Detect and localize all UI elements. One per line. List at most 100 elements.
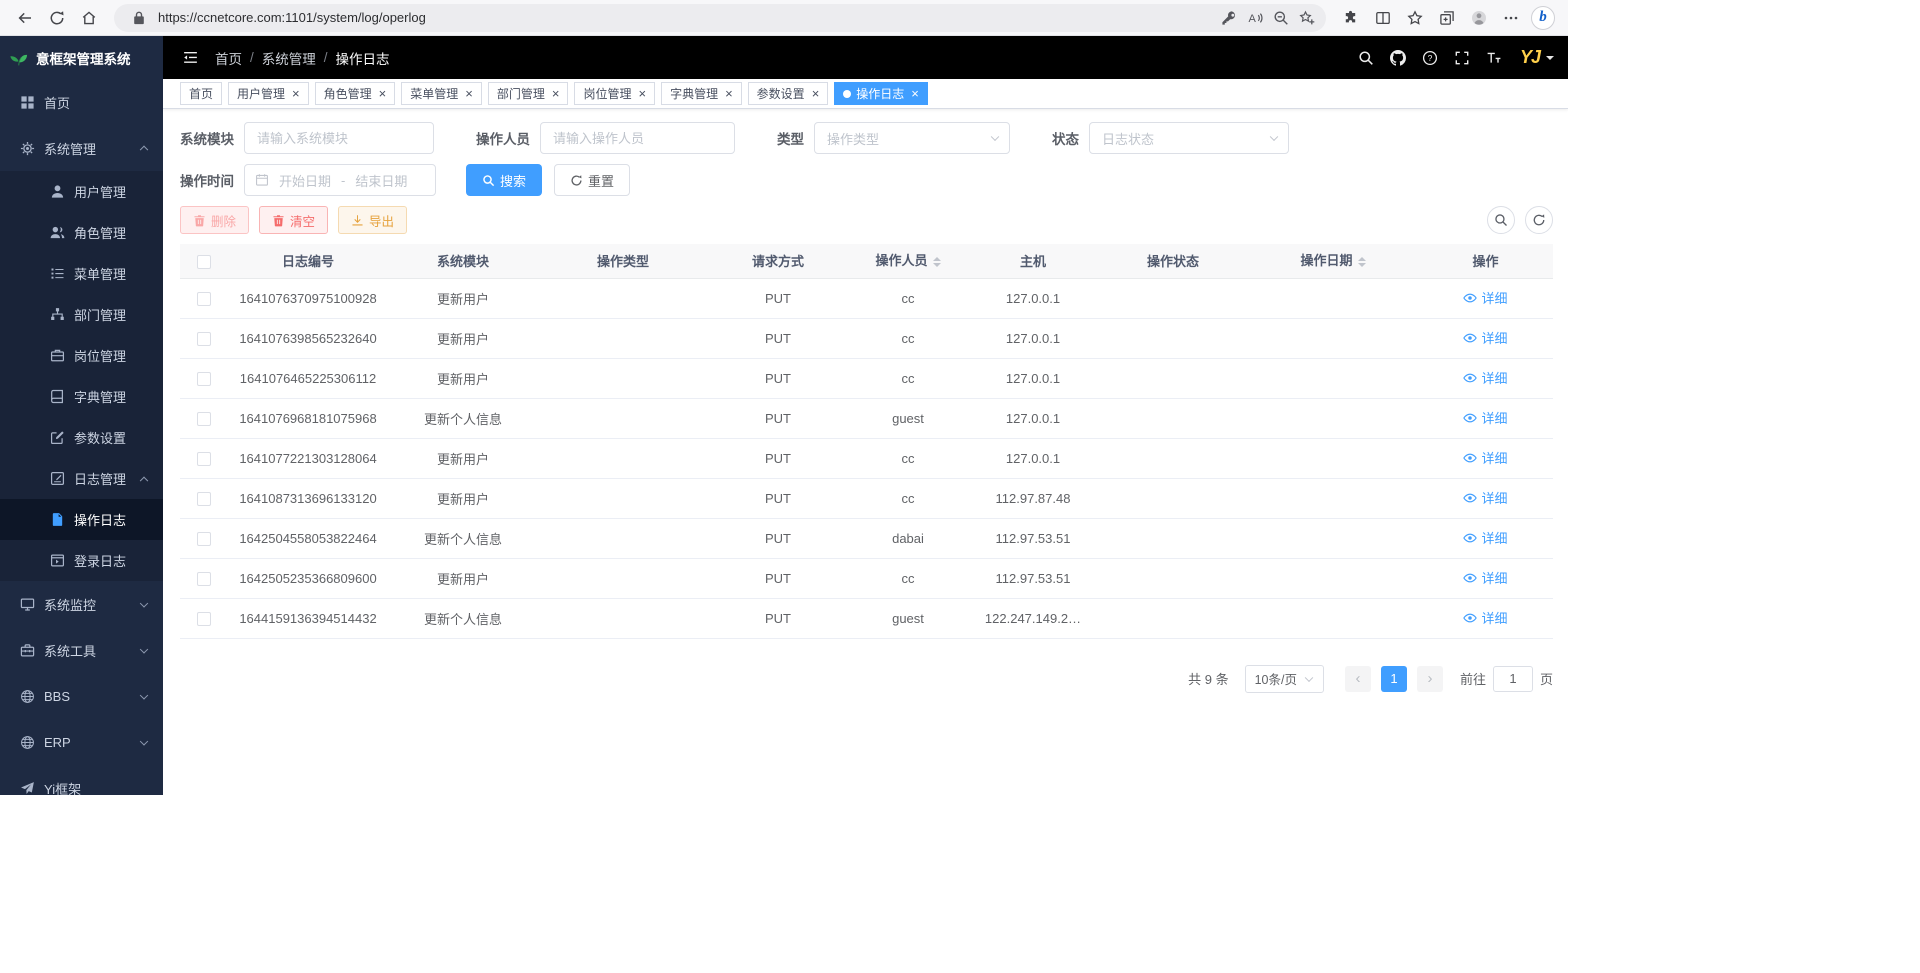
detail-link[interactable]: 详细	[1463, 528, 1507, 547]
detail-link[interactable]: 详细	[1463, 488, 1507, 507]
sidebar-item[interactable]: 用户管理	[0, 171, 163, 212]
url-text[interactable]: https://ccnetcore.com:1101/system/log/op…	[158, 10, 1208, 25]
export-button[interactable]: 导出	[338, 206, 407, 234]
row-checkbox[interactable]	[197, 292, 211, 306]
next-page-button[interactable]: ›	[1417, 666, 1443, 692]
detail-link[interactable]: 详细	[1463, 448, 1507, 467]
sidebar-item[interactable]: Yi框架	[0, 765, 163, 795]
delete-button[interactable]: 删除	[180, 206, 249, 234]
sidebar-item[interactable]: 岗位管理	[0, 335, 163, 376]
sort-icon[interactable]	[1358, 253, 1366, 271]
refresh-table-button[interactable]	[1525, 206, 1553, 234]
tab[interactable]: 岗位管理×	[574, 82, 655, 105]
detail-link[interactable]: 详细	[1463, 408, 1507, 427]
tab-close-icon[interactable]: ×	[812, 87, 820, 100]
sidebar-item[interactable]: 操作日志	[0, 499, 163, 540]
tab-close-icon[interactable]: ×	[725, 87, 733, 100]
fullscreen-icon[interactable]	[1448, 44, 1476, 72]
refresh-button[interactable]	[42, 3, 72, 33]
sort-icon[interactable]	[933, 253, 941, 271]
sidebar-item[interactable]: 日志管理	[0, 458, 163, 499]
header-search-icon[interactable]	[1352, 44, 1380, 72]
tab-close-icon[interactable]: ×	[911, 87, 919, 100]
tab[interactable]: 字典管理×	[661, 82, 742, 105]
hide-search-button[interactable]	[1487, 206, 1515, 234]
row-checkbox[interactable]	[197, 412, 211, 426]
sidebar-item[interactable]: 首页	[0, 79, 163, 125]
home-button[interactable]	[74, 3, 104, 33]
detail-link[interactable]: 详细	[1463, 368, 1507, 387]
select-all-checkbox[interactable]	[197, 255, 211, 269]
breadcrumb-item[interactable]: 首页	[215, 48, 242, 68]
sidebar-item[interactable]: 字典管理	[0, 376, 163, 417]
favorites-icon[interactable]	[1400, 3, 1430, 33]
tab-close-icon[interactable]: ×	[379, 87, 387, 100]
module-input[interactable]	[244, 122, 434, 154]
help-icon[interactable]: ?	[1416, 44, 1444, 72]
tab[interactable]: 参数设置×	[748, 82, 829, 105]
clear-button[interactable]: 清空	[259, 206, 328, 234]
type-select[interactable]: 操作类型	[814, 122, 1010, 154]
github-icon[interactable]	[1384, 44, 1412, 72]
row-checkbox[interactable]	[197, 572, 211, 586]
back-button[interactable]	[10, 3, 40, 33]
tab[interactable]: 角色管理×	[315, 82, 396, 105]
row-checkbox[interactable]	[197, 492, 211, 506]
sidebar-toggle-icon[interactable]	[177, 45, 203, 71]
split-screen-icon[interactable]	[1368, 3, 1398, 33]
row-checkbox[interactable]	[197, 332, 211, 346]
tab-close-icon[interactable]: ×	[465, 87, 473, 100]
sidebar-item[interactable]: ERP	[0, 719, 163, 765]
tab-close-icon[interactable]: ×	[292, 87, 300, 100]
sidebar-item[interactable]: 系统监控	[0, 581, 163, 627]
page-number-active[interactable]: 1	[1381, 666, 1407, 692]
detail-link[interactable]: 详细	[1463, 328, 1507, 347]
extensions-icon[interactable]	[1336, 3, 1366, 33]
reset-button[interactable]: 重置	[554, 164, 630, 196]
tab[interactable]: 用户管理×	[228, 82, 309, 105]
row-checkbox[interactable]	[197, 452, 211, 466]
sidebar-item[interactable]: BBS	[0, 673, 163, 719]
goto-page-input[interactable]	[1493, 666, 1533, 692]
tab[interactable]: 首页	[180, 82, 222, 105]
prev-page-button[interactable]: ‹	[1345, 666, 1371, 692]
row-checkbox[interactable]	[197, 372, 211, 386]
tab-close-icon[interactable]: ×	[638, 87, 646, 100]
sidebar-item[interactable]: 菜单管理	[0, 253, 163, 294]
collections-icon[interactable]	[1432, 3, 1462, 33]
breadcrumb-item[interactable]: 系统管理	[262, 48, 316, 68]
profile-avatar[interactable]	[1464, 3, 1494, 33]
detail-link[interactable]: 详细	[1463, 608, 1507, 627]
address-bar[interactable]: https://ccnetcore.com:1101/system/log/op…	[114, 4, 1326, 32]
more-menu-icon[interactable]	[1496, 3, 1526, 33]
favorite-star-add-icon[interactable]	[1294, 6, 1320, 30]
detail-link[interactable]: 详细	[1463, 568, 1507, 587]
page-size-select[interactable]: 10条/页	[1245, 665, 1324, 693]
tab[interactable]: 部门管理×	[488, 82, 569, 105]
font-size-icon[interactable]	[1480, 44, 1508, 72]
sidebar-item[interactable]: 系统管理	[0, 125, 163, 171]
sidebar-item[interactable]: 参数设置	[0, 417, 163, 458]
row-checkbox[interactable]	[197, 612, 211, 626]
sidebar-item[interactable]: 登录日志	[0, 540, 163, 581]
password-key-icon[interactable]	[1216, 6, 1242, 30]
sidebar-item[interactable]: 系统工具	[0, 627, 163, 673]
column-header[interactable]: 操作人员	[848, 244, 968, 278]
search-button[interactable]: 搜索	[466, 164, 542, 196]
column-header[interactable]: 操作日期	[1248, 244, 1418, 278]
bing-copilot-icon[interactable]: b	[1528, 3, 1558, 33]
detail-link[interactable]: 详细	[1463, 288, 1507, 307]
user-menu[interactable]: YJ	[1520, 47, 1554, 68]
sidebar-item[interactable]: 部门管理	[0, 294, 163, 335]
tab-label: 操作日志	[856, 85, 904, 102]
row-checkbox[interactable]	[197, 532, 211, 546]
tab-close-icon[interactable]: ×	[552, 87, 560, 100]
tab[interactable]: 菜单管理×	[401, 82, 482, 105]
read-aloud-icon[interactable]: A	[1242, 6, 1268, 30]
status-select[interactable]: 日志状态	[1089, 122, 1289, 154]
sidebar-item[interactable]: 角色管理	[0, 212, 163, 253]
tab[interactable]: 操作日志 ×	[834, 82, 928, 105]
zoom-out-icon[interactable]	[1268, 6, 1294, 30]
operator-input[interactable]	[540, 122, 735, 154]
date-range-picker[interactable]: 开始日期 - 结束日期	[244, 164, 436, 196]
